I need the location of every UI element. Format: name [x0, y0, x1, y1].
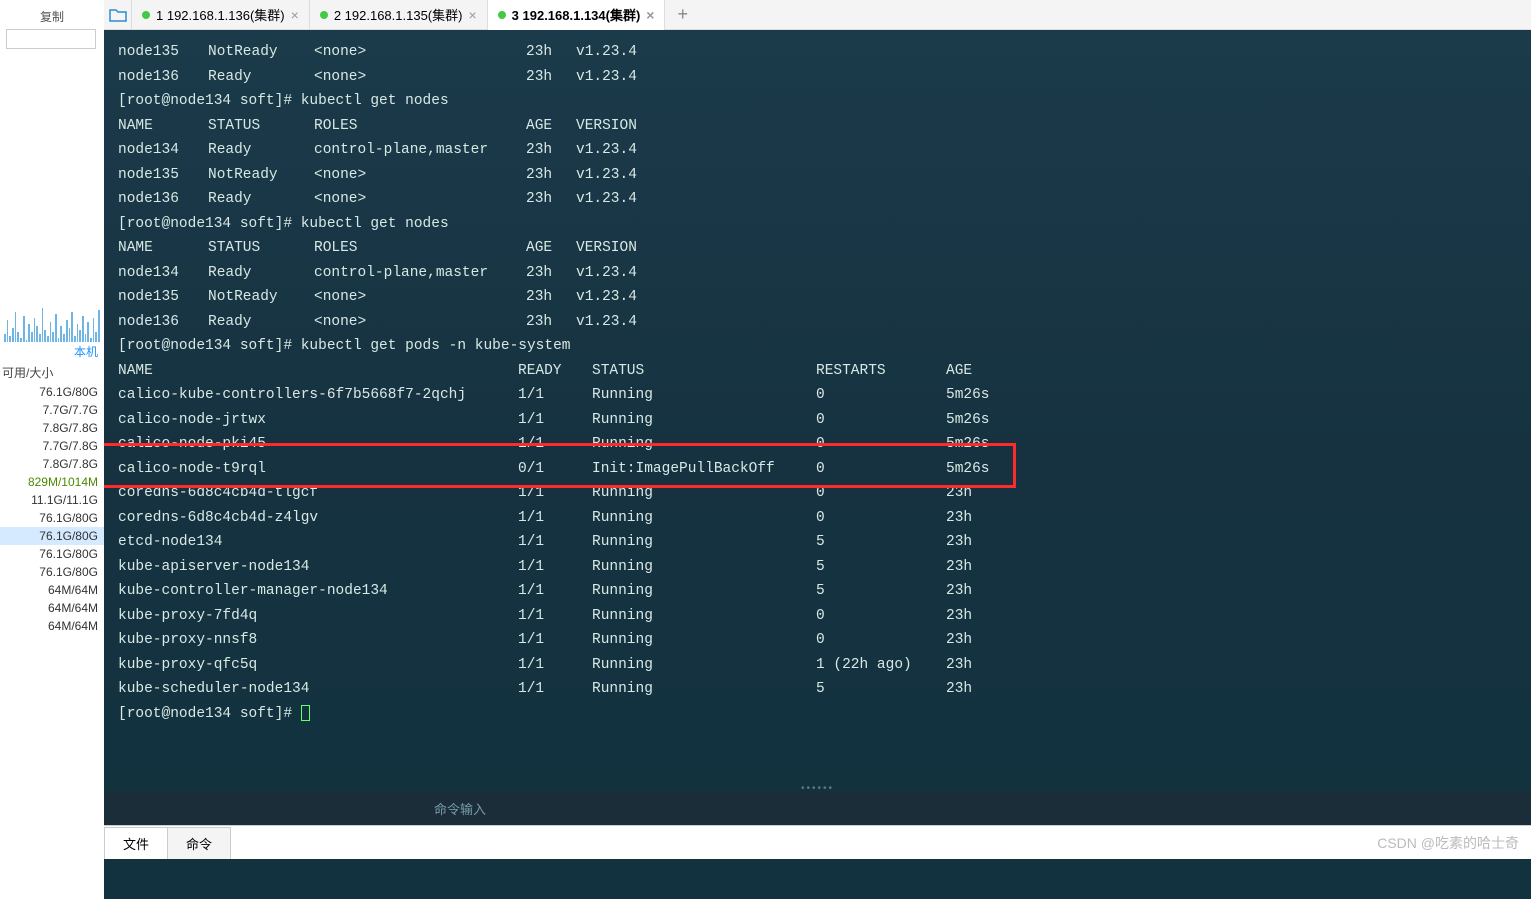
- size-row[interactable]: 7.7G/7.7G: [0, 401, 104, 419]
- local-label[interactable]: 本机: [74, 343, 98, 360]
- cursor: [301, 705, 310, 721]
- terminal[interactable]: node135NotReady<none>23hv1.23.4 node136R…: [104, 30, 1531, 899]
- tab-add-button[interactable]: +: [665, 4, 700, 25]
- folder-icon[interactable]: [104, 0, 132, 30]
- size-row[interactable]: 7.8G/7.8G: [0, 455, 104, 473]
- size-row[interactable]: 76.1G/80G: [0, 545, 104, 563]
- command-input-bar[interactable]: 命令输入: [104, 791, 1531, 825]
- tab-label: 2 192.168.1.135(集群): [334, 5, 463, 24]
- tab-label: 3 192.168.1.134(集群): [512, 5, 641, 24]
- size-row[interactable]: 76.1G/80G: [0, 563, 104, 581]
- size-row[interactable]: 829M/1014M: [0, 473, 104, 491]
- bottom-tab-cmd[interactable]: 命令: [167, 827, 231, 859]
- tabbar: 1 192.168.1.136(集群) × 2 192.168.1.135(集群) ×…: [104, 0, 1531, 30]
- chart-bars: [4, 304, 100, 342]
- sidebar: 复制 本机 可用/大小 76.1G/80G7.7G/7.7G7.8G/7.8G7…: [0, 0, 104, 899]
- size-row[interactable]: 76.1G/80G: [0, 509, 104, 527]
- tab-label: 1 192.168.1.136(集群): [156, 5, 285, 24]
- tab-1[interactable]: 1 192.168.1.136(集群) ×: [132, 0, 310, 30]
- sizes-header: 可用/大小: [0, 362, 104, 383]
- command-input-placeholder: 命令输入: [434, 799, 486, 818]
- watermark: CSDN @吃素的哈士奇: [1377, 833, 1519, 853]
- sidebar-chart: 本机: [0, 57, 104, 362]
- size-row[interactable]: 64M/64M: [0, 599, 104, 617]
- main: 1 192.168.1.136(集群) × 2 192.168.1.135(集群) ×…: [104, 0, 1531, 899]
- size-row[interactable]: 7.8G/7.8G: [0, 419, 104, 437]
- size-row[interactable]: 64M/64M: [0, 617, 104, 635]
- status-dot-icon: [498, 11, 506, 19]
- close-icon[interactable]: ×: [646, 7, 654, 23]
- status-dot-icon: [320, 11, 328, 19]
- sidebar-input[interactable]: [6, 29, 96, 49]
- close-icon[interactable]: ×: [468, 7, 476, 23]
- size-row[interactable]: 7.7G/7.8G: [0, 437, 104, 455]
- size-row[interactable]: 64M/64M: [0, 581, 104, 599]
- size-row[interactable]: 11.1G/11.1G: [0, 491, 104, 509]
- status-dot-icon: [142, 11, 150, 19]
- sizes-list: 76.1G/80G7.7G/7.7G7.8G/7.8G7.7G/7.8G7.8G…: [0, 383, 104, 635]
- bottom-tabs: 文件 命令: [104, 825, 1531, 859]
- copy-label[interactable]: 复制: [0, 0, 104, 29]
- close-icon[interactable]: ×: [291, 7, 299, 23]
- bottom-tab-file[interactable]: 文件: [104, 827, 168, 859]
- tab-3[interactable]: 3 192.168.1.134(集群) ×: [488, 0, 666, 30]
- tab-2[interactable]: 2 192.168.1.135(集群) ×: [310, 0, 488, 30]
- size-row[interactable]: 76.1G/80G: [0, 383, 104, 401]
- size-row[interactable]: 76.1G/80G: [0, 527, 104, 545]
